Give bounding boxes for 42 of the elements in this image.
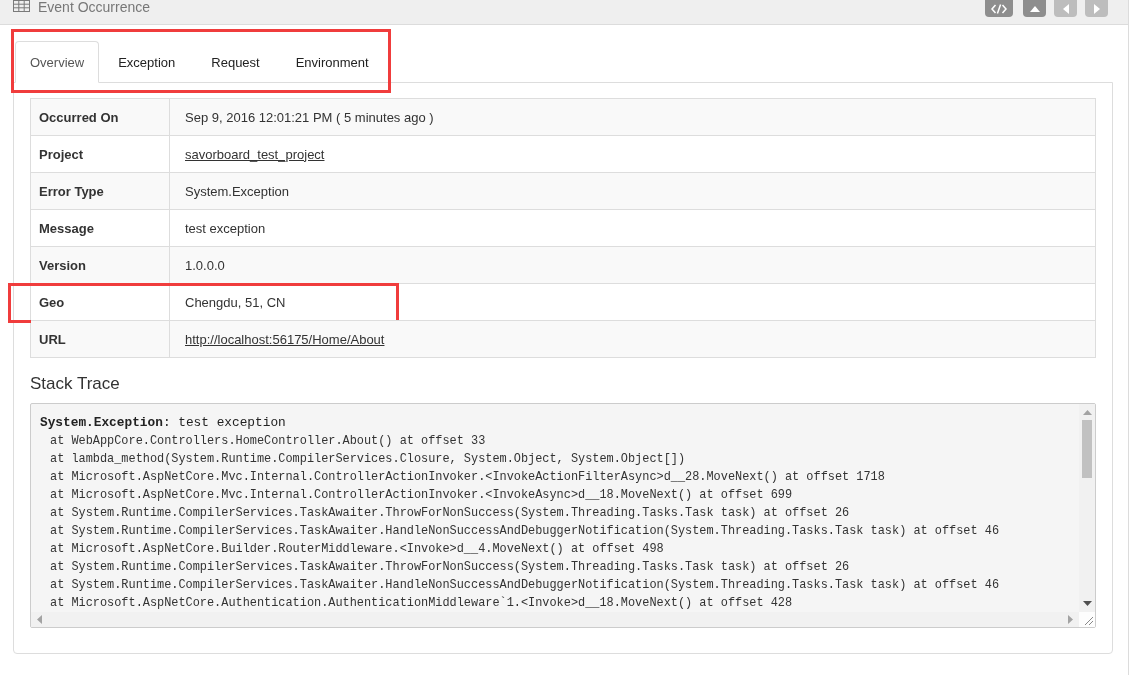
- row-value: test exception: [184, 219, 267, 238]
- tab[interactable]: Request: [194, 41, 277, 83]
- page-title: Event Occurrence: [38, 0, 151, 14]
- value-link[interactable]: http://localhost:56175/Home/About: [185, 331, 385, 347]
- stack-trace-line: at Microsoft.AspNetCore.Builder.RouterMiddleware.<Invoke>d__4.MoveNext() at offset 498: [49, 541, 665, 558]
- code-icon: [991, 3, 1007, 14]
- stack-trace-box[interactable]: [30, 403, 1096, 628]
- row-label: Version: [31, 247, 170, 283]
- stack-trace-line: at Microsoft.AspNetCore.Mvc.Internal.ControllerActionInvoker.<InvokeAsync>d__18.MoveNext() at offset 699: [49, 487, 794, 504]
- code-button[interactable]: [985, 0, 1013, 17]
- caret-left-icon: [1062, 3, 1069, 14]
- up-button[interactable]: [1023, 0, 1046, 17]
- tab[interactable]: Overview: [15, 41, 100, 83]
- stack-trace-line: at System.Runtime.CompilerServices.TaskAwaiter.ThrowForNonSuccess(System.Threading.Tasks.Task task) at offset 26: [49, 559, 851, 576]
- scrollbar-thumb[interactable]: [1082, 420, 1092, 478]
- row-value: 1.0.0.0: [184, 256, 226, 275]
- stack-trace-line: at WebAppCore.Controllers.HomeController.About() at offset 33: [49, 433, 487, 450]
- caret-up-icon: [1029, 5, 1040, 12]
- caret-right-icon: [1093, 3, 1100, 14]
- scroll-down-icon[interactable]: [1082, 601, 1092, 606]
- vertical-scrollbar[interactable]: [1079, 404, 1095, 612]
- row-value: Sep 9, 2016 12:01:21 PM ( 5 minutes ago ): [184, 108, 435, 127]
- exception-line: System.Exception: test exception: [40, 414, 287, 432]
- row-value: Chengdu, 51, CN: [184, 293, 287, 312]
- stack-trace-line: at System.Runtime.CompilerServices.TaskAwaiter.ThrowForNonSuccess(System.Threading.Tasks.Task task) at offset 26: [49, 505, 851, 522]
- scroll-up-icon[interactable]: [1082, 410, 1092, 415]
- scroll-left-icon[interactable]: [37, 615, 42, 624]
- stack-trace-line: at System.Runtime.CompilerServices.TaskAwaiter.HandleNonSuccessAndDebuggerNotification(System.Threading.Tasks.Task task) at offset 46: [49, 523, 1001, 540]
- stack-trace-line: at Microsoft.AspNetCore.Mvc.Internal.ControllerActionInvoker.<InvokeActionFilterAsync>d__28.MoveNext() at offset 1718: [49, 469, 886, 486]
- value-link[interactable]: savorboard_test_project: [185, 146, 325, 162]
- tab[interactable]: Environment: [278, 41, 386, 83]
- stack-trace-line: at Microsoft.AspNetCore.Authentication.AuthenticationMiddleware`1.<Invoke>d__18.MoveNext() at offset 428: [49, 595, 794, 612]
- row-value: System.Exception: [184, 182, 291, 201]
- stack-trace-line: at System.Runtime.CompilerServices.TaskAwaiter.HandleNonSuccessAndDebuggerNotification(System.Threading.Tasks.Task task) at offset 46: [49, 577, 1001, 594]
- tab[interactable]: Exception: [101, 41, 193, 83]
- resize-grip-icon[interactable]: [1084, 616, 1093, 625]
- stack-trace-line: at lambda_method(System.Runtime.CompilerServices.Closure, System.Object, System.Object[]): [49, 451, 687, 468]
- section-heading: Stack Trace: [30, 374, 121, 394]
- row-label: URL: [31, 321, 170, 357]
- table-icon: [13, 0, 30, 12]
- horizontal-scrollbar[interactable]: [31, 612, 1079, 627]
- scroll-right-icon[interactable]: [1068, 615, 1073, 624]
